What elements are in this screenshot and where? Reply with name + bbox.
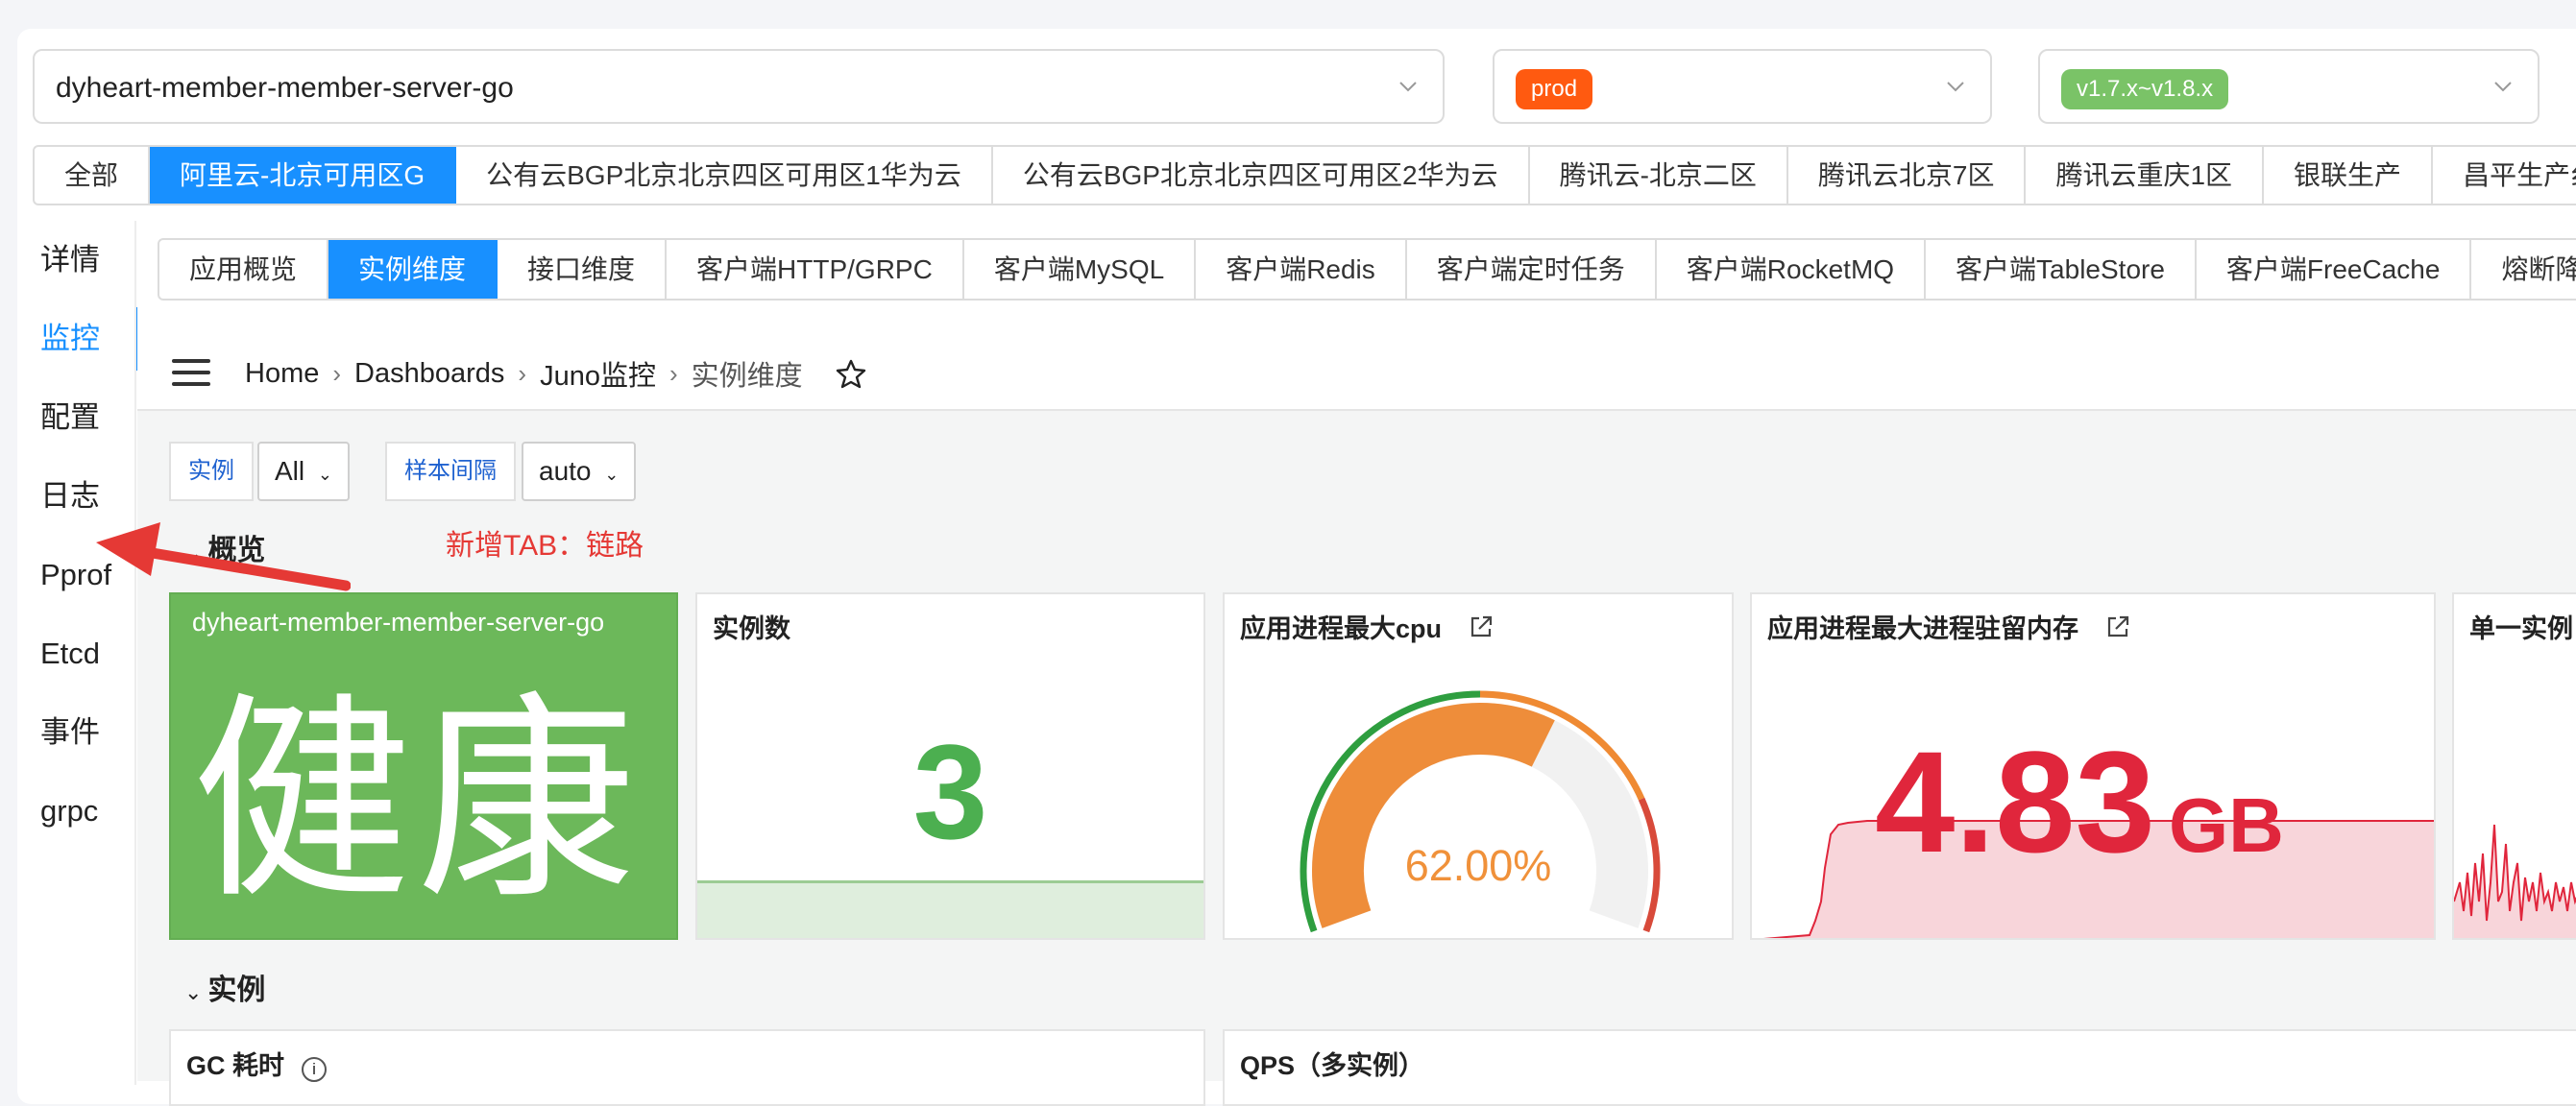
memory-value-unit: GB [2168,782,2284,868]
cpu-panel[interactable]: 应用进程最大cpu 62.00% [1223,592,1734,940]
memory-value-number: 4.83 [1875,721,2155,882]
sub-tab-3[interactable]: 客户端HTTP/GRPC [667,240,964,299]
menu-icon[interactable] [172,359,210,386]
info-icon[interactable]: i [302,1057,328,1082]
sub-tab-0[interactable]: 应用概览 [159,240,329,299]
side-nav-item-7[interactable]: grpc [17,772,137,851]
side-nav-item-5[interactable]: Etcd [17,614,137,693]
sub-tab-8[interactable]: 客户端TableStore [1926,240,2197,299]
region-tab-8[interactable]: 昌平生产纟 [2433,147,2576,204]
health-panel[interactable]: dyheart-member-member-server-go 健康 [169,592,678,940]
chevron-down-icon: ⌄ [184,980,203,1004]
gc-panel[interactable]: GC 耗时 i [169,1029,1205,1106]
side-nav-item-1[interactable]: 监控 [17,300,137,378]
sub-tab-4[interactable]: 客户端MySQL [964,240,1197,299]
side-nav-item-0[interactable]: 详情 [17,221,137,300]
chevron-down-icon [1942,73,1969,100]
health-service-name: dyheart-member-member-server-go [192,608,605,637]
chevron-down-icon: ⌄ [604,465,620,484]
service-select[interactable]: dyheart-member-member-server-go [33,49,1445,124]
breadcrumb-dashboards[interactable]: Dashboards [354,358,504,390]
grafana-header: Home › Dashboards › Juno监控 › 实例维度 [137,332,2576,411]
side-nav-item-6[interactable]: 事件 [17,693,137,772]
region-tab-6[interactable]: 腾讯云重庆1区 [2026,147,2265,204]
instance-variable-select[interactable]: All ⌄ [257,442,350,501]
version-select[interactable]: v1.7.x~v1.8.x [2038,49,2540,124]
side-divider [134,221,136,1085]
chevron-right-icon: › [518,358,527,388]
sparkline-area [697,880,1203,938]
region-tab-1[interactable]: 阿里云-北京可用区G [150,147,457,204]
chevron-down-icon: ⌄ [317,465,332,484]
single-instance-panel[interactable]: 单一实例 [2452,592,2576,940]
interval-variable-select[interactable]: auto ⌄ [522,442,637,501]
breadcrumb-home[interactable]: Home [245,358,319,390]
health-status: 健康 [192,680,642,924]
side-nav-item-2[interactable]: 配置 [17,378,137,457]
breadcrumb: Home › Dashboards › Juno监控 › 实例维度 [245,353,866,394]
sub-tab-7[interactable]: 客户端RocketMQ [1657,240,1927,299]
instance-variable-label: 实例 [169,442,254,501]
sub-tab-6[interactable]: 客户端定时任务 [1407,240,1657,299]
memory-panel[interactable]: 应用进程最大进程驻留内存 4.83 GB [1750,592,2436,940]
region-tab-4[interactable]: 腾讯云-北京二区 [1530,147,1788,204]
panel-title: 实例数 [713,614,790,643]
instance-count-value: 3 [912,716,988,867]
memory-value: 4.83 GB [1875,719,2284,885]
qps-panel[interactable]: QPS（多实例） [1223,1029,2576,1106]
env-tag: prod [1516,69,1593,109]
interval-variable-value: auto [539,456,592,486]
chevron-down-icon [1395,73,1422,100]
region-tab-7[interactable]: 银联生产 [2264,147,2434,204]
region-tab-5[interactable]: 腾讯云北京7区 [1788,147,2027,204]
sub-tab-5[interactable]: 客户端Redis [1196,240,1407,299]
region-tab-2[interactable]: 公有云BGP北京北京四区可用区1华为云 [456,147,993,204]
sub-tab-1[interactable]: 实例维度 [328,240,498,299]
star-icon[interactable] [836,358,866,389]
version-tag: v1.7.x~v1.8.x [2061,69,2229,109]
region-tab-3[interactable]: 公有云BGP北京北京四区可用区2华为云 [993,147,1530,204]
service-select-value: dyheart-member-member-server-go [56,72,514,104]
sub-tab-2[interactable]: 接口维度 [498,240,668,299]
row-instances[interactable]: ⌄ 实例 [184,966,265,1008]
single-instance-sparkline [2454,824,2576,938]
sub-tabs: 应用概览 实例维度 接口维度 客户端HTTP/GRPC 客户端MySQL 客户端Redis… [158,238,2576,301]
cpu-gauge-value: 62.00% [1404,841,1552,890]
sub-tab-10[interactable]: 熔断降纟 [2471,240,2576,299]
chevron-right-icon: › [668,358,678,388]
chevron-right-icon: › [332,358,342,388]
chevron-down-icon [2490,73,2516,100]
env-select[interactable]: prod [1493,49,1992,124]
annotation-note: 新增TAB：链路 [446,530,644,562]
panel-title-text: GC 耗时 [186,1051,285,1080]
region-tabs: 全部 阿里云-北京可用区G 公有云BGP北京北京四区可用区1华为云 公有云BGP北京北… [33,145,2576,205]
instance-variable-value: All [275,456,305,486]
sub-tab-9[interactable]: 客户端FreeCache [2197,240,2472,299]
region-tab-0[interactable]: 全部 [35,147,151,204]
breadcrumb-current: 实例维度 [691,361,803,392]
panel-title: QPS（多实例） [1240,1051,1425,1080]
instance-count-panel[interactable]: 实例数 3 [695,592,1205,940]
panel-title: GC 耗时 i [186,1045,328,1082]
breadcrumb-folder[interactable]: Juno监控 [540,353,656,394]
row-instances-label: 实例 [207,974,266,1006]
interval-variable-label: 样本间隔 [385,442,516,501]
